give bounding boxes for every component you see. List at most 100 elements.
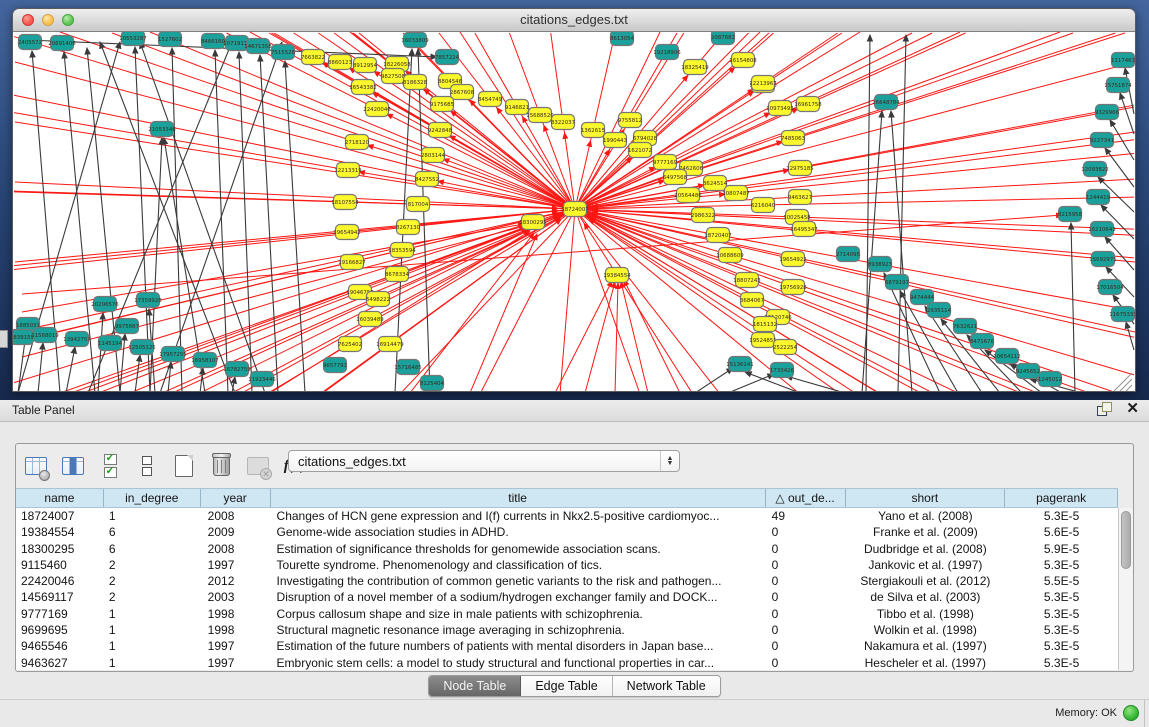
tab-node-table[interactable]: Node Table xyxy=(429,676,521,696)
graph-node[interactable]: 9227341 xyxy=(1090,133,1114,148)
table-cell[interactable]: Franke et al. (2009) xyxy=(846,524,1006,540)
float-panel-icon[interactable] xyxy=(1097,402,1112,416)
graph-node[interactable]: 8466160 xyxy=(201,34,226,49)
table-cell[interactable]: 1997 xyxy=(201,638,271,654)
column-header-short[interactable]: short xyxy=(846,489,1006,507)
show-columns-button[interactable] xyxy=(61,454,85,478)
column-header-pagerank[interactable]: pagerank xyxy=(1005,489,1118,507)
graph-node[interactable]: 9329966 xyxy=(1095,105,1120,120)
graph-node[interactable]: 16210643 xyxy=(1088,222,1115,237)
table-cell[interactable]: Stergiakouli et al. (2012) xyxy=(846,573,1006,589)
table-cell[interactable]: 1998 xyxy=(201,606,271,622)
table-cell[interactable]: 9465546 xyxy=(16,638,104,654)
table-cell[interactable]: 1998 xyxy=(201,622,271,638)
table-row[interactable]: 2242004622012Investigating the contribut… xyxy=(16,573,1118,589)
graph-node[interactable]: 18107554 xyxy=(331,195,359,210)
graph-node[interactable]: 21053346 xyxy=(148,122,176,137)
network-canvas[interactable]: 1872400724055722069140610553287152760284… xyxy=(13,32,1135,392)
graph-node[interactable]: 3624514 xyxy=(703,176,728,191)
table-cell[interactable]: Corpus callosum shape and size in male p… xyxy=(271,606,766,622)
graph-node[interactable]: 17016504 xyxy=(1096,280,1124,295)
table-cell[interactable]: 5.3E-5 xyxy=(1005,557,1118,573)
graph-node[interactable]: 16495347 xyxy=(790,222,817,237)
graph-node[interactable]: 2718120 xyxy=(345,135,370,150)
table-cell[interactable]: 0 xyxy=(766,638,846,654)
graph-node[interactable]: 17957255 xyxy=(159,347,186,362)
graph-node[interactable]: 1990443 xyxy=(603,133,627,148)
table-cell[interactable]: 14569117 xyxy=(16,589,104,605)
graph-node[interactable]: 9755812 xyxy=(618,113,642,128)
graph-node[interactable]: 10553287 xyxy=(119,32,146,46)
graph-node[interactable]: 2522254 xyxy=(773,340,798,355)
table-selector-dropdown[interactable]: citations_edges.txt ▲▼ xyxy=(288,450,680,472)
graph-node[interactable]: 22420046 xyxy=(363,102,391,117)
graph-node[interactable]: 10654112 xyxy=(993,349,1020,364)
table-cell[interactable]: 5.9E-5 xyxy=(1005,541,1118,557)
graph-node[interactable]: 1362615 xyxy=(581,123,605,138)
table-cell[interactable]: 0 xyxy=(766,524,846,540)
graph-node[interactable]: 2714095 xyxy=(836,247,860,262)
graph-node[interactable]: 15136141 xyxy=(726,357,753,372)
column-header-in-degree[interactable]: in_degree xyxy=(104,489,201,507)
table-cell[interactable]: Jankovic et al. (1997) xyxy=(846,557,1006,573)
graph-node[interactable]: 16648784 xyxy=(872,95,900,110)
graph-node[interactable]: 8912954 xyxy=(353,58,378,73)
table-cell[interactable]: 49 xyxy=(766,508,846,524)
table-cell[interactable]: 5.5E-5 xyxy=(1005,573,1118,589)
table-cell[interactable]: 18724007 xyxy=(16,508,104,524)
graph-node[interactable]: 16958107 xyxy=(191,353,218,368)
graph-node[interactable]: 20206576 xyxy=(91,297,119,312)
table-cell[interactable]: 6 xyxy=(104,541,201,557)
table-cell[interactable]: 2 xyxy=(104,557,201,573)
table-cell[interactable]: 2 xyxy=(104,573,201,589)
table-cell[interactable]: 5.3E-5 xyxy=(1005,655,1118,670)
table-row[interactable]: 1456911722003Disruption of a novel membe… xyxy=(16,589,1118,605)
graph-node[interactable]: 19756928 xyxy=(779,280,807,295)
table-cell[interactable]: 2009 xyxy=(201,524,271,540)
table-cell[interactable]: 5.3E-5 xyxy=(1005,589,1118,605)
graph-node[interactable]: 9242848 xyxy=(428,123,453,138)
graph-node[interactable]: 2087682 xyxy=(711,32,735,45)
graph-node[interactable]: 1621072 xyxy=(628,143,652,158)
graph-node[interactable]: 12213319 xyxy=(334,163,362,178)
graph-node[interactable]: 11568019 xyxy=(31,328,59,343)
graph-node[interactable]: 6497568 xyxy=(663,170,688,185)
graph-node[interactable]: 16782759 xyxy=(223,362,251,377)
graph-node[interactable]: 16914479 xyxy=(376,337,404,352)
table-cell[interactable]: Dudbridge et al. (2008) xyxy=(846,541,1006,557)
graph-node[interactable]: 2867608 xyxy=(450,85,475,100)
table-cell[interactable]: 1 xyxy=(104,655,201,670)
graph-node[interactable]: 15716485 xyxy=(394,360,421,375)
graph-node[interactable]: 1815132 xyxy=(753,317,777,332)
table-row[interactable]: 1872400712008Changes of HCN gene express… xyxy=(16,508,1118,524)
graph-node[interactable]: 817004 xyxy=(407,197,430,212)
graph-node[interactable]: 10807487 xyxy=(722,186,749,201)
table-cell[interactable]: 0 xyxy=(766,589,846,605)
table-row[interactable]: 911546021997Tourette syndrome. Phenomeno… xyxy=(16,557,1118,573)
table-cell[interactable]: 1997 xyxy=(201,655,271,670)
tab-edge-table[interactable]: Edge Table xyxy=(521,676,612,696)
graph-node[interactable]: 2405572 xyxy=(18,35,42,50)
table-cell[interactable]: 0 xyxy=(766,541,846,557)
table-row[interactable]: 977716911998Corpus callosum shape and si… xyxy=(16,606,1118,622)
table-cell[interactable]: 9699695 xyxy=(16,622,104,638)
graph-node[interactable]: 8186328 xyxy=(403,75,428,90)
row-height-button[interactable] xyxy=(135,454,159,478)
graph-node[interactable]: 18325419 xyxy=(681,60,709,75)
table-cell[interactable]: 1 xyxy=(104,622,201,638)
graph-node[interactable]: 1245012 xyxy=(1038,372,1062,387)
table-cell[interactable]: 2 xyxy=(104,589,201,605)
graph-node[interactable]: 16039489 xyxy=(356,312,384,327)
table-cell[interactable]: 0 xyxy=(766,622,846,638)
delete-column-button[interactable] xyxy=(209,454,233,478)
column-header-year[interactable]: year xyxy=(201,489,271,507)
graph-node[interactable]: 16961758 xyxy=(794,97,822,112)
table-cell[interactable]: Disruption of a novel member of a sodium… xyxy=(271,589,766,605)
table-row[interactable]: 946554611997Estimation of the future num… xyxy=(16,638,1118,654)
graph-node[interactable]: 9175685 xyxy=(430,97,454,112)
citation-network-graph[interactable]: 1872400724055722069140610553287152760284… xyxy=(13,32,1135,392)
graph-node[interactable]: 9245652 xyxy=(1016,364,1040,379)
table-cell[interactable]: Nakamura et al. (1997) xyxy=(846,638,1006,654)
graph-node[interactable]: 2935114 xyxy=(927,303,952,318)
table-cell[interactable]: 1 xyxy=(104,606,201,622)
